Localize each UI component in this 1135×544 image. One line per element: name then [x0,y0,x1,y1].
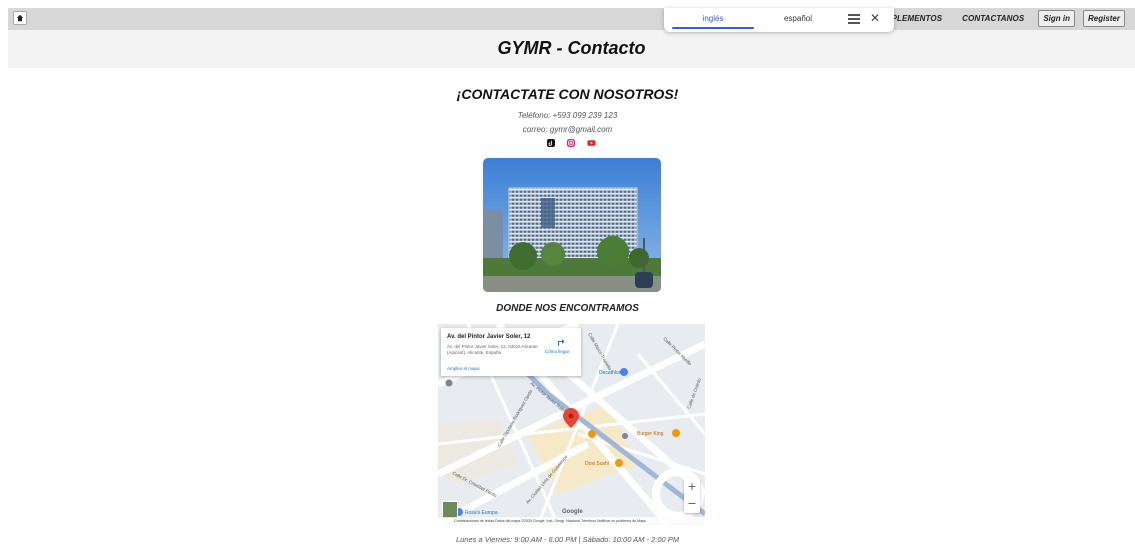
tab-ingles[interactable]: inglés [672,14,754,23]
translate-popup: inglés español ✕ [664,8,894,32]
tiktok-icon[interactable] [547,139,555,147]
map-label-rosas-europa: Rosa's Europa [465,510,498,516]
zoom-out-button[interactable]: − [684,495,700,512]
home-icon [16,14,24,22]
nav-link-contactanos[interactable]: CONTACTANOS [956,14,1030,23]
building-photo [483,158,661,292]
zoom-in-button[interactable]: + [684,478,700,495]
map-footer: Combinaciones de teclas Datos del mapa ©… [438,517,705,525]
map-zoom-control: + − [684,478,700,513]
contact-heading: ¡CONTACTATE CON NOSOTROS! [456,86,679,102]
enlarge-map-link[interactable]: Ampliar el mapa [447,366,480,371]
page-header: GYMR - Contacto [8,30,1135,68]
map-place-name: Av. del Pintor Javier Soler, 12 [447,334,531,340]
hamburger-icon[interactable] [848,14,860,24]
location-heading: DONDE NOS ENCONTRAMOS [496,303,639,314]
google-logo: Google [562,509,583,515]
top-nav-bar: SUPLEMENTOS CONTACTANOS Sign in Register [8,8,1135,30]
youtube-icon[interactable] [587,139,596,147]
email-text: correo: gymr@gmail.com [522,125,613,134]
opening-hours: Lunes a Viernes: 9:00 AM - 6:00 PM | Sáb… [455,535,680,544]
page: SUPLEMENTOS CONTACTANOS Sign in Register… [0,0,1135,544]
phone-text: Teléfono: +593 099 239 123 [517,111,618,120]
map-address: Av. del Pintor Javier Soler, 12, 03015 A… [447,344,538,355]
active-tab-indicator [672,27,754,29]
embedded-map[interactable]: Decathlon Burger King Dosi Sushi Rosa's … [438,324,705,525]
home-button[interactable] [13,11,27,25]
map-label-decathlon: Decathlon [599,370,622,376]
directions-icon[interactable] [555,335,565,347]
tab-espanol[interactable]: español [768,14,828,23]
nav-links: SUPLEMENTOS CONTACTANOS Sign in Register [874,10,1125,27]
page-title: GYMR - Contacto [497,38,646,58]
instagram-icon[interactable] [567,139,575,147]
register-button[interactable]: Register [1082,10,1125,27]
map-info-card: Av. del Pintor Javier Soler, 12 Av. del … [441,328,581,376]
social-links [547,139,596,147]
sign-in-button[interactable]: Sign in [1038,10,1075,27]
directions-link[interactable]: Cómo llegar [545,349,569,354]
close-icon[interactable]: ✕ [870,11,880,25]
map-label-burger-king: Burger King [637,431,664,437]
map-label-dosi-sushi: Dosi Sushi [585,461,609,467]
